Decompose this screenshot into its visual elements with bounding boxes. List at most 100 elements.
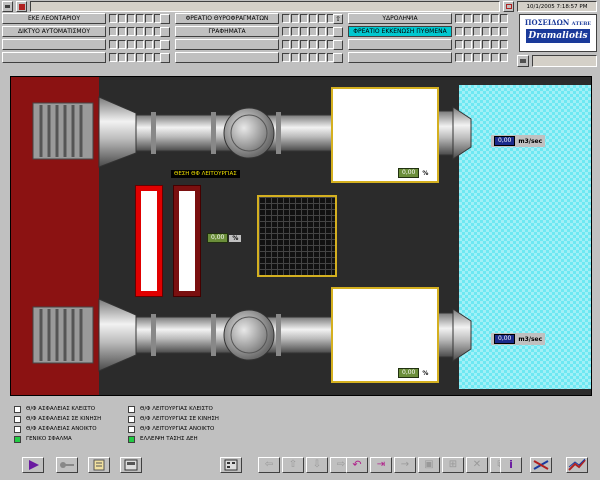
nav-col-1: ΕΚΕ ΛΕΟΝΤΑΡΙΟΥ ΔΙΚΤΥΟ ΑΥΤΟΜΑΤΙΣΜΟΥ	[2, 13, 172, 67]
side-button[interactable]	[160, 27, 170, 37]
status-indicator	[14, 435, 21, 443]
legend-label: Θ/Φ ΛΕΙΤΟΥΡΓΙΑΣ ΑΝΟΙΚΤΟ	[140, 426, 215, 432]
scroll-up-icon[interactable]: ⇧	[333, 14, 343, 24]
nav-up-icon[interactable]: ⇧	[282, 457, 304, 473]
position-value: 0,00	[207, 233, 229, 243]
legend-item: Θ/Φ ΑΣΦΑΛΕΙΑΣ ΚΛΕΙΣΤΟ	[14, 404, 124, 414]
nav-col-2: ΦΡΕΑΤΙΟ ΘΥΡΟΦΡΑΓΜΑΤΩΝ ΓΡΑΦΗΜΑΤΑ	[175, 13, 345, 67]
side-button[interactable]	[160, 53, 170, 63]
bottom-toolbar: ⇦ ⇧ ⇩ ⇨ ↶ ⇥ → ▣ ⊞ ✕ ⧉ i	[0, 455, 600, 480]
nav-button-empty[interactable]	[2, 52, 106, 63]
status-indicator	[128, 435, 135, 443]
logo-line2: Dramaliotis	[526, 29, 590, 43]
calendar-icon[interactable]	[220, 457, 242, 473]
nav-button-empty[interactable]	[175, 52, 279, 63]
legend-label: Θ/Φ ΛΕΙΤΟΥΡΓΙΑΣ ΚΛΕΙΣΤΟ	[140, 406, 213, 412]
status-indicator	[14, 425, 21, 433]
legend-item: Θ/Φ ΑΣΦΑΛΕΙΑΣ ΑΝΟΙΚΤΟ	[14, 424, 124, 434]
nav-button-empty[interactable]	[2, 39, 106, 50]
checkbox-icon[interactable]	[503, 1, 514, 12]
print-status	[532, 55, 597, 67]
safety-gate[interactable]	[135, 185, 163, 297]
edit-icon[interactable]: ▣	[418, 457, 440, 473]
nav-button-freatio-thyrofragmaton[interactable]: ΦΡΕΑΤΙΟ ΘΥΡΟΦΡΑΓΜΑΤΩΝ	[175, 13, 279, 24]
print-icon[interactable]	[517, 55, 529, 67]
position-readout: 0,00 %	[207, 233, 242, 243]
valve-bottom-value: 0,00	[398, 368, 420, 378]
nav-cells	[455, 53, 508, 62]
valve-bottom-unit: %	[422, 369, 429, 377]
side-button[interactable]	[333, 27, 343, 37]
trash-rack	[257, 195, 337, 277]
position-title: ΘΕΣΗ ΘΦ ΛΕΙΤΟΥΡΓΙΑΣ	[171, 170, 240, 178]
valve-bottom-readout: 0,00 %	[398, 368, 428, 378]
side-button[interactable]	[333, 53, 343, 63]
nav-button-empty[interactable]	[175, 39, 279, 50]
nav-button-ydrolipsia[interactable]: ΥΔΡΟΛΗΨΙΑ	[348, 13, 452, 24]
menu-icon[interactable]	[2, 1, 13, 12]
legend-left: Θ/Φ ΑΣΦΑΛΕΙΑΣ ΚΛΕΙΣΤΟ Θ/Φ ΑΣΦΑΛΕΙΑΣ ΣΕ Κ…	[14, 404, 124, 444]
company-logo: ΠΟΣΕΙΔΩΝ ΑΤΕΒΕ Dramaliotis	[519, 14, 597, 52]
notes-icon[interactable]	[88, 457, 110, 473]
play-icon[interactable]	[22, 457, 44, 473]
flow-top-value: 0,00	[494, 136, 516, 146]
flow-bottom-value: 0,00	[494, 334, 516, 344]
nav-cells	[109, 27, 162, 36]
nav-cells	[455, 14, 508, 23]
trend-icon[interactable]	[566, 457, 588, 473]
undo-icon[interactable]: ↶	[346, 457, 368, 473]
valve-top-value: 0,00	[398, 168, 420, 178]
nav-left-icon[interactable]: ⇦	[258, 457, 280, 473]
side-button[interactable]	[160, 14, 170, 24]
side-button[interactable]	[333, 40, 343, 50]
flow-top-readout: 0,00 m3/sec	[491, 135, 546, 147]
cancel-icon[interactable]: ✕	[466, 457, 488, 473]
forward-icon[interactable]: →	[394, 457, 416, 473]
nav-button-freatio-ekkenosi-pythmena[interactable]: ΦΡΕΑΤΙΟ ΕΚΚΕΝΩΣΗ ΠΥΘΜΕΝΑ	[348, 26, 452, 37]
legend-item: Θ/Φ ΛΕΙΤΟΥΡΓΙΑΣ ΣΕ ΚΙΝΗΣΗ	[128, 414, 248, 424]
nav-button-diktyo-automatismou[interactable]: ΔΙΚΤΥΟ ΑΥΤΟΜΑΤΙΣΜΟΥ	[2, 26, 106, 37]
nav-cells	[282, 14, 335, 23]
status-strip	[30, 1, 500, 12]
status-indicator	[128, 405, 135, 413]
nav-col-3: ΥΔΡΟΛΗΨΙΑ ΦΡΕΑΤΙΟ ΕΚΚΕΝΩΣΗ ΠΥΘΜΕΝΑ	[348, 13, 516, 67]
tools-icon[interactable]	[530, 457, 552, 473]
nav-button-empty[interactable]	[348, 52, 452, 63]
nav-cells	[455, 27, 508, 36]
legend-item: Θ/Φ ΑΣΦΑΛΕΙΑΣ ΣΕ ΚΙΝΗΣΗ	[14, 414, 124, 424]
nav-cells	[109, 14, 162, 23]
nav-cells	[109, 40, 162, 49]
exit-icon[interactable]	[16, 1, 27, 12]
nav-cells	[455, 40, 508, 49]
operation-gate[interactable]	[173, 185, 201, 297]
flow-bottom-readout: 0,00 m3/sec	[491, 333, 546, 345]
zoom-icon[interactable]: ⊞	[442, 457, 464, 473]
status-indicator	[128, 425, 135, 433]
key-icon[interactable]	[56, 457, 78, 473]
status-indicator	[128, 415, 135, 423]
legend-item: Θ/Φ ΛΕΙΤΟΥΡΓΙΑΣ ΚΛΕΙΣΤΟ	[128, 404, 248, 414]
legend-item: ΓΕΝΙΚΟ ΣΦΑΛΜΑ	[14, 434, 124, 444]
nav-cells	[282, 27, 335, 36]
nav-button-grafimata[interactable]: ΓΡΑΦΗΜΑΤΑ	[175, 26, 279, 37]
nav-button-empty[interactable]	[348, 39, 452, 50]
nav-button-eke-leontariou[interactable]: ΕΚΕ ΛΕΟΝΤΑΡΙΟΥ	[2, 13, 106, 24]
side-button[interactable]	[160, 40, 170, 50]
legend-label: Θ/Φ ΑΣΦΑΛΕΙΑΣ ΚΛΕΙΣΤΟ	[26, 406, 96, 412]
report-icon[interactable]	[120, 457, 142, 473]
logo-line1: ΠΟΣΕΙΔΩΝ	[524, 18, 570, 27]
legend-label: Θ/Φ ΑΣΦΑΛΕΙΑΣ ΣΕ ΚΙΝΗΣΗ	[26, 416, 102, 422]
legend-label: ΓΕΝΙΚΟ ΣΦΑΛΜΑ	[26, 436, 72, 442]
info-icon[interactable]: i	[500, 457, 522, 473]
valve-top-unit: %	[422, 169, 429, 177]
legend-label: Θ/Φ ΑΣΦΑΛΕΙΑΣ ΑΝΟΙΚΤΟ	[26, 426, 97, 432]
flow-bottom-unit: m3/sec	[518, 335, 543, 343]
flow-top-unit: m3/sec	[518, 137, 543, 145]
valve-top-readout: 0,00 %	[398, 168, 428, 178]
status-indicator	[14, 415, 21, 423]
process-diagram: 0,00 % 0,00 % 0,00 m3/sec 0,00 m3/sec ΘΕ…	[10, 76, 592, 396]
nav-down-icon[interactable]: ⇩	[306, 457, 328, 473]
nav-cells	[282, 53, 335, 62]
step-icon[interactable]: ⇥	[370, 457, 392, 473]
legend-label: ΕΛΛΕΙΨΗ ΤΑΣΗΣ ΔΕΗ	[140, 436, 198, 442]
